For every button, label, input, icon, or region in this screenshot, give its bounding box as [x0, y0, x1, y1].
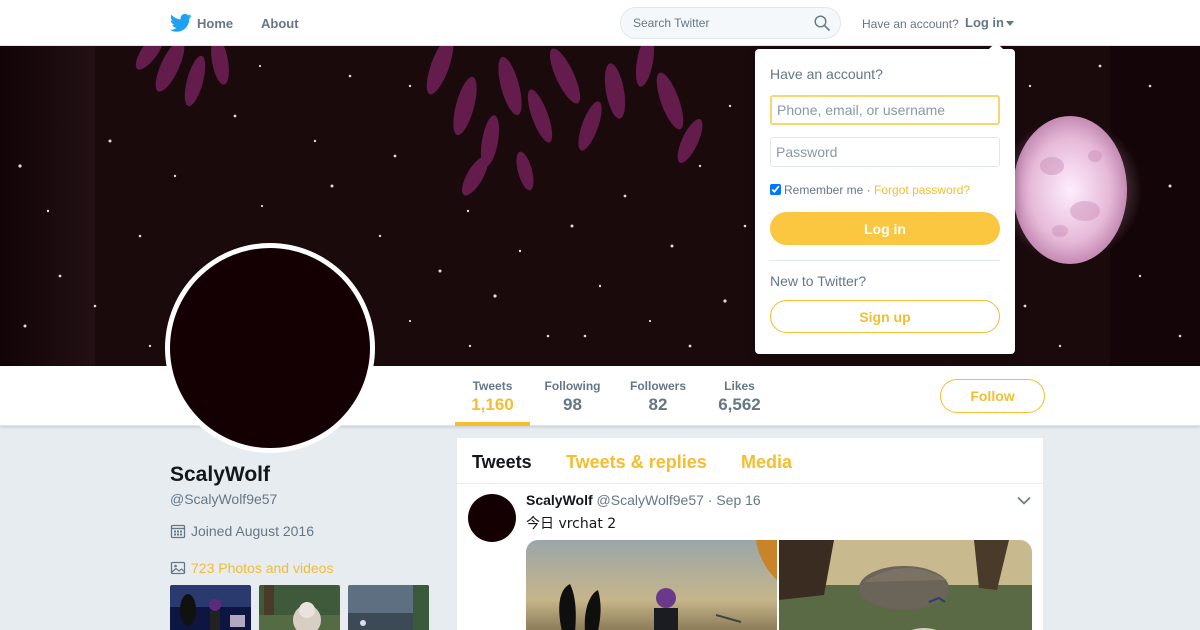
- photo-thumbnail[interactable]: [259, 585, 340, 630]
- forgot-password-link[interactable]: Forgot password?: [874, 183, 970, 197]
- remember-me-checkbox[interactable]: [770, 184, 781, 195]
- tweet-media-image[interactable]: [779, 540, 1032, 630]
- profile-avatar[interactable]: [165, 243, 375, 453]
- photo-thumbnail[interactable]: [348, 585, 429, 630]
- photo-thumbnail[interactable]: [170, 585, 251, 630]
- search-box: [620, 7, 841, 39]
- tweet-text: 今日 vrchat 2: [526, 516, 617, 532]
- profile-joined: Joined August 2016: [170, 523, 314, 539]
- stat-label: Tweets: [472, 379, 513, 393]
- login-dropdown: Have an account? Remember me · Forgot pa…: [755, 42, 1015, 354]
- stat-label: Followers: [629, 379, 686, 393]
- stat-likes[interactable]: Likes 6,562: [711, 366, 768, 426]
- tab-media[interactable]: Media: [741, 452, 792, 473]
- tweet-author-name[interactable]: ScalyWolf: [526, 492, 593, 508]
- new-to-twitter-text: New to Twitter?: [770, 273, 867, 289]
- caret-down-icon: [1006, 21, 1014, 27]
- profile-name[interactable]: ScalyWolf: [170, 463, 270, 487]
- login-dropdown-toggle[interactable]: Log in: [965, 15, 1014, 30]
- nav-home-link[interactable]: Home: [197, 16, 233, 31]
- twitter-bird-icon[interactable]: [170, 13, 192, 33]
- joined-text: Joined August 2016: [191, 523, 314, 539]
- tweet-avatar[interactable]: [468, 494, 516, 542]
- signup-button[interactable]: Sign up: [770, 300, 1000, 333]
- tweet-separator: ·: [707, 492, 713, 508]
- photos-link-label: 723 Photos and videos: [191, 560, 334, 576]
- photos-videos-link[interactable]: 723 Photos and videos: [170, 560, 333, 576]
- follow-button[interactable]: Follow: [940, 379, 1045, 413]
- stat-following[interactable]: Following 98: [540, 366, 605, 426]
- tweet-date[interactable]: Sep 16: [716, 492, 760, 508]
- stat-label: Likes: [724, 379, 755, 393]
- search-icon[interactable]: [814, 15, 830, 31]
- tweet-author-handle[interactable]: @ScalyWolf9e57: [597, 492, 704, 508]
- stat-value: 6,562: [718, 395, 761, 414]
- tab-tweets[interactable]: Tweets: [472, 452, 532, 473]
- username-field[interactable]: [770, 95, 1000, 125]
- stat-label: Following: [544, 379, 601, 393]
- stat-value: 98: [563, 395, 582, 414]
- calendar-icon: [170, 524, 186, 539]
- password-field[interactable]: [770, 137, 1000, 167]
- tweet-media-image[interactable]: [526, 540, 777, 630]
- tweet-header: ScalyWolf @ScalyWolf9e57 · Sep 16: [526, 492, 761, 508]
- stat-value: 1,160: [471, 395, 514, 414]
- login-dropdown-title: Have an account?: [770, 66, 883, 82]
- timeline: Tweets Tweets & replies Media ScalyWolf …: [456, 437, 1044, 630]
- stat-followers[interactable]: Followers 82: [625, 366, 691, 426]
- stat-tweets[interactable]: Tweets 1,160: [455, 366, 530, 426]
- search-input[interactable]: [621, 8, 801, 38]
- remember-row: Remember me · Forgot password?: [770, 183, 970, 197]
- timeline-tabs: Tweets Tweets & replies Media: [457, 438, 1043, 484]
- stat-value: 82: [648, 395, 668, 414]
- nav-about-link[interactable]: About: [261, 16, 299, 31]
- have-account-text: Have an account?: [862, 17, 959, 31]
- login-button[interactable]: Log in: [770, 212, 1000, 245]
- profile-handle[interactable]: @ScalyWolf9e57: [170, 491, 277, 507]
- divider: [770, 260, 1000, 261]
- chevron-down-icon[interactable]: [1017, 496, 1031, 506]
- avatar-image: [170, 248, 370, 448]
- dropdown-pointer: [988, 42, 1004, 50]
- remember-separator: ·: [866, 183, 871, 197]
- image-icon: [170, 561, 186, 575]
- top-nav: Home About Have an account? Log in: [0, 0, 1200, 46]
- login-toggle-label: Log in: [965, 15, 1004, 30]
- remember-me-label[interactable]: Remember me: [784, 183, 863, 197]
- tab-tweets-replies[interactable]: Tweets & replies: [566, 452, 707, 473]
